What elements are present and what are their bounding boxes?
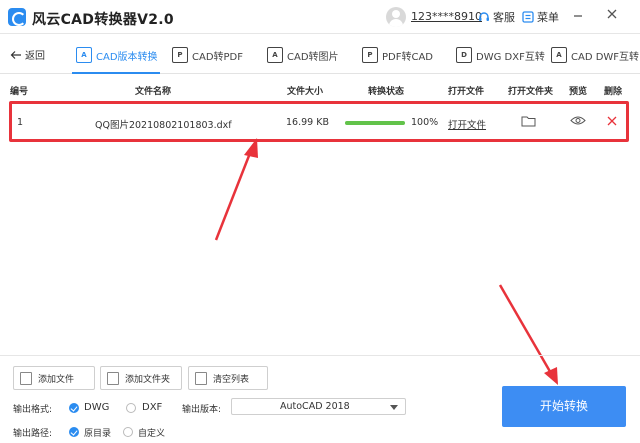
add-file-icon (20, 371, 32, 385)
customer-service-button[interactable]: 客服 (478, 9, 515, 25)
tab-label: CAD转图片 (287, 51, 339, 63)
file-table-header: 编号 文件名称 文件大小 转换状态 打开文件 打开文件夹 预览 删除 (0, 84, 640, 100)
format-dwg-radio[interactable] (69, 403, 79, 413)
pdf-to-cad-icon: P (362, 47, 378, 63)
path-custom-radio[interactable] (123, 427, 133, 437)
row-file-name: QQ图片20210802101803.dxf (95, 120, 232, 131)
back-button[interactable]: 返回 (10, 47, 45, 62)
delete-x-icon[interactable] (607, 116, 617, 126)
menu-button[interactable]: 菜单 (522, 9, 559, 25)
cad-dwf-icon: A (551, 47, 567, 63)
menu-grid-icon (522, 11, 534, 23)
user-account-link[interactable]: 123****8910 (411, 10, 482, 23)
arrow-left-icon (10, 50, 21, 59)
tab-pdf-to-cad[interactable]: P PDF转CAD (362, 44, 433, 66)
path-original-radio[interactable] (69, 427, 79, 437)
header-file-name: 文件名称 (135, 87, 172, 97)
format-dxf-radio[interactable] (126, 403, 136, 413)
arrow-to-start-button (498, 284, 558, 385)
header-delete: 删除 (604, 87, 623, 97)
tab-cad-dwf-convert[interactable]: A CAD DWF互转 (551, 44, 639, 66)
start-convert-button[interactable]: 开始转换 (502, 386, 626, 427)
header-open-file: 打开文件 (448, 87, 485, 97)
menu-label: 菜单 (537, 11, 559, 24)
cad-version-icon: A (76, 47, 92, 63)
output-version-label: 输出版本: (182, 405, 222, 415)
tab-label: CAD版本转换 (96, 51, 158, 63)
header-open-folder: 打开文件夹 (508, 87, 554, 97)
tab-cad-to-pdf[interactable]: P CAD转PDF (172, 44, 243, 66)
function-tab-bar: 返回 A CAD版本转换 P CAD转PDF A CAD转图片 P PDF转CA… (0, 34, 640, 74)
folder-icon[interactable] (521, 115, 536, 127)
row-file-size: 16.99 KB (286, 117, 329, 128)
close-window-button[interactable] (604, 8, 620, 24)
dwg-dxf-icon: D (456, 47, 472, 63)
tab-label: CAD转PDF (192, 51, 244, 63)
tab-label: DWG DXF互转 (476, 51, 545, 63)
minimize-button[interactable] (570, 8, 586, 24)
conversion-progress-bar (345, 121, 405, 125)
clear-list-label: 清空列表 (213, 374, 250, 385)
add-file-label: 添加文件 (38, 374, 75, 385)
add-file-button[interactable]: 添加文件 (13, 366, 95, 390)
chevron-down-icon (390, 405, 398, 410)
trash-icon (195, 371, 207, 385)
title-bar: 风云CAD转换器V2.0 123****8910 客服 菜单 (0, 0, 640, 34)
output-format-label: 输出格式: (13, 405, 53, 415)
arrow-to-row (214, 138, 258, 241)
minimize-icon (574, 15, 582, 17)
cad-to-image-icon: A (267, 47, 283, 63)
cad-to-pdf-icon: P (172, 47, 188, 63)
app-title: 风云CAD转换器V2.0 (32, 12, 174, 28)
headset-icon (479, 12, 489, 21)
output-version-value: AutoCAD 2018 (280, 401, 350, 412)
format-dwg-label[interactable]: DWG (84, 402, 109, 413)
add-folder-button[interactable]: 添加文件夹 (100, 366, 182, 390)
preview-eye-icon[interactable] (570, 115, 586, 126)
progress-percent: 100% (411, 117, 439, 128)
output-path-label: 输出路径: (13, 429, 53, 439)
bottom-divider (0, 355, 640, 356)
app-logo-icon (8, 8, 26, 26)
add-folder-icon (107, 371, 119, 385)
path-custom-label[interactable]: 自定义 (138, 426, 165, 439)
open-file-link[interactable]: 打开文件 (448, 117, 486, 131)
tab-label: CAD DWF互转 (571, 51, 640, 63)
conversion-progress-fill (345, 121, 405, 125)
format-dxf-label[interactable]: DXF (142, 402, 162, 413)
row-index: 1 (17, 117, 24, 128)
tab-cad-version-convert[interactable]: A CAD版本转换 (76, 44, 158, 66)
header-index: 编号 (10, 87, 29, 97)
tab-cad-to-image[interactable]: A CAD转图片 (267, 44, 339, 66)
back-label: 返回 (25, 51, 45, 62)
header-file-size: 文件大小 (287, 87, 324, 97)
add-folder-label: 添加文件夹 (125, 374, 171, 385)
header-status: 转换状态 (368, 87, 405, 97)
tab-label: PDF转CAD (382, 51, 434, 63)
user-avatar[interactable] (386, 7, 406, 27)
output-version-select[interactable]: AutoCAD 2018 (231, 398, 406, 415)
active-tab-indicator (72, 72, 160, 74)
path-original-label[interactable]: 原目录 (84, 426, 111, 439)
clear-list-button[interactable]: 清空列表 (188, 366, 268, 390)
tab-dwg-dxf-convert[interactable]: D DWG DXF互转 (456, 44, 545, 66)
close-icon (607, 9, 617, 19)
header-preview: 预览 (569, 87, 588, 97)
customer-service-label: 客服 (493, 11, 515, 24)
